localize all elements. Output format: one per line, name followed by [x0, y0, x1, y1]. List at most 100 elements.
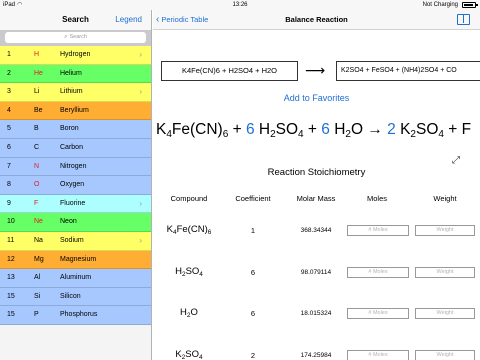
- element-row[interactable]: 4 Be Beryllium: [0, 101, 151, 121]
- element-symbol: B: [34, 125, 39, 133]
- element-symbol: N: [34, 162, 40, 170]
- element-name: Fluorine: [60, 199, 86, 207]
- formula-text: Fe(CN): [171, 121, 223, 138]
- weight-input[interactable]: Weight: [415, 350, 475, 360]
- coefficient: 6: [245, 121, 255, 138]
- element-name: Neon: [60, 218, 77, 226]
- coefficient: 6: [321, 121, 330, 138]
- element-symbol: He: [34, 69, 43, 77]
- element-name: Oxygen: [60, 181, 85, 189]
- element-row[interactable]: 5 B Boron: [0, 120, 151, 139]
- search-input[interactable]: ⌕ Search: [5, 32, 146, 43]
- element-name: Aluminum: [60, 274, 92, 282]
- formula-text: H: [254, 121, 271, 138]
- element-row[interactable]: 2 He Helium: [0, 64, 151, 84]
- coefficient-value: 6: [250, 268, 256, 277]
- search-placeholder: Search: [69, 34, 87, 40]
- element-list: 1 H Hydrogen › 2 He Helium 3 Li Lithium › 4 Be Beryll…: [0, 46, 151, 325]
- element-row[interactable]: 11 Na Sodium ›: [0, 231, 151, 251]
- element-symbol: Al: [34, 274, 41, 282]
- element-number: 2: [7, 69, 11, 77]
- moles-input[interactable]: # Moles: [347, 267, 409, 278]
- reaction-arrow-icon: ⟶: [305, 62, 326, 78]
- element-number: 13: [7, 274, 15, 282]
- compound-formula: H2O: [159, 307, 219, 319]
- sidebar-nav-bar: Search Legend: [0, 10, 151, 30]
- balanced-equation: K4Fe(CN)6 + 6 H2SO4 + 6 H2O → 2 K2SO4 + …: [156, 121, 471, 140]
- coefficient: 2: [387, 121, 396, 138]
- chevron-right-icon: ›: [139, 87, 142, 97]
- formula-text: SO: [275, 121, 299, 138]
- coefficient-value: 6: [250, 309, 256, 318]
- element-row[interactable]: 10 Ne Neon: [0, 213, 151, 232]
- chevron-right-icon: ›: [139, 50, 142, 59]
- compound-formula: K4Fe(CN)6: [159, 224, 219, 236]
- element-symbol: O: [34, 181, 40, 189]
- element-number: 7: [7, 162, 11, 170]
- formula-text: SO: [185, 349, 200, 360]
- compound-formula: H2SO4: [159, 266, 219, 278]
- element-name: Beryllium: [60, 106, 89, 114]
- element-number: 15: [7, 292, 15, 300]
- element-number: 15: [7, 311, 15, 319]
- element-number: 11: [7, 236, 15, 244]
- element-symbol: Ne: [34, 218, 43, 226]
- stoichiometry-row: K2SO4 2 174.25984 # Moles Weight: [153, 337, 480, 360]
- sidebar: Search Legend ⌕ Search 1 H Hydrogen › 2 He Heli…: [0, 10, 152, 360]
- element-row[interactable]: 1 H Hydrogen ›: [0, 46, 151, 65]
- element-number: 3: [7, 88, 11, 96]
- charging-status: Not Charging: [422, 2, 458, 8]
- element-name: Boron: [60, 125, 79, 133]
- element-row[interactable]: 6 C Carbon: [0, 138, 151, 158]
- moles-input[interactable]: # Moles: [347, 308, 409, 319]
- element-row[interactable]: 3 Li Lithium ›: [0, 83, 151, 102]
- battery-icon: [462, 2, 478, 8]
- molar-mass-value: 368.34344: [300, 227, 332, 234]
- element-number: 4: [7, 106, 11, 114]
- element-row[interactable]: 15 P Phosphorus: [0, 306, 151, 325]
- element-number: 1: [7, 51, 11, 58]
- element-name: Lithium: [60, 88, 83, 96]
- stoichiometry-row: H2SO4 6 98.079114 # Moles Weight: [153, 254, 480, 290]
- formula-text: O: [190, 307, 198, 318]
- element-name: Hydrogen: [60, 51, 91, 58]
- balance-content: K4Fe(CN)6 + H2SO4 + H2O ⟶ K2SO4 + FeSO4 …: [153, 31, 480, 360]
- subscript: 4: [199, 271, 203, 278]
- element-row[interactable]: 15 Si Silicon: [0, 287, 151, 307]
- element-row[interactable]: 13 Al Aluminum: [0, 269, 151, 288]
- weight-input[interactable]: Weight: [415, 225, 475, 236]
- element-symbol: Li: [34, 88, 40, 96]
- expand-icon[interactable]: ⤢: [452, 155, 460, 166]
- legend-button[interactable]: Legend: [115, 10, 142, 30]
- main-nav-bar: ‹ Periodic Table Balance Reaction: [153, 10, 480, 30]
- element-symbol: Mg: [34, 255, 44, 263]
- element-row[interactable]: 9 F Fluorine ›: [0, 194, 151, 214]
- col-molar-mass: Molar Mass: [296, 194, 336, 203]
- status-bar: iPad ◠ 13:26 Not Charging: [0, 0, 480, 10]
- formula-text: H: [329, 121, 346, 138]
- weight-input[interactable]: Weight: [415, 267, 475, 278]
- moles-input[interactable]: # Moles: [347, 350, 409, 360]
- chevron-right-icon: ›: [139, 198, 142, 208]
- add-to-favorites-button[interactable]: Add to Favorites: [153, 93, 480, 103]
- element-row[interactable]: 7 N Nitrogen: [0, 157, 151, 177]
- products-field[interactable]: K2SO4 + FeSO4 + (NH4)2SO4 + CO: [336, 61, 480, 81]
- search-bar: ⌕ Search: [0, 30, 151, 46]
- element-symbol: F: [34, 199, 39, 207]
- stoichiometry-title: Reaction Stoichiometry: [267, 167, 366, 178]
- formula-text: + F: [443, 121, 472, 138]
- weight-input[interactable]: Weight: [415, 308, 475, 319]
- element-symbol: Si: [34, 292, 41, 300]
- moles-input[interactable]: # Moles: [347, 225, 409, 236]
- element-symbol: Be: [34, 106, 43, 114]
- element-name: Helium: [60, 69, 82, 77]
- element-name: Silicon: [60, 292, 81, 300]
- element-symbol: Na: [34, 236, 43, 244]
- col-compound: Compound: [170, 194, 208, 203]
- book-icon[interactable]: [457, 14, 470, 25]
- element-row[interactable]: 12 Mg Magnesium: [0, 250, 151, 270]
- formula-text: H: [180, 307, 187, 318]
- reactants-field[interactable]: K4Fe(CN)6 + H2SO4 + H2O: [161, 61, 298, 81]
- element-row[interactable]: 8 O Oxygen: [0, 176, 151, 195]
- col-moles: Moles: [366, 194, 387, 203]
